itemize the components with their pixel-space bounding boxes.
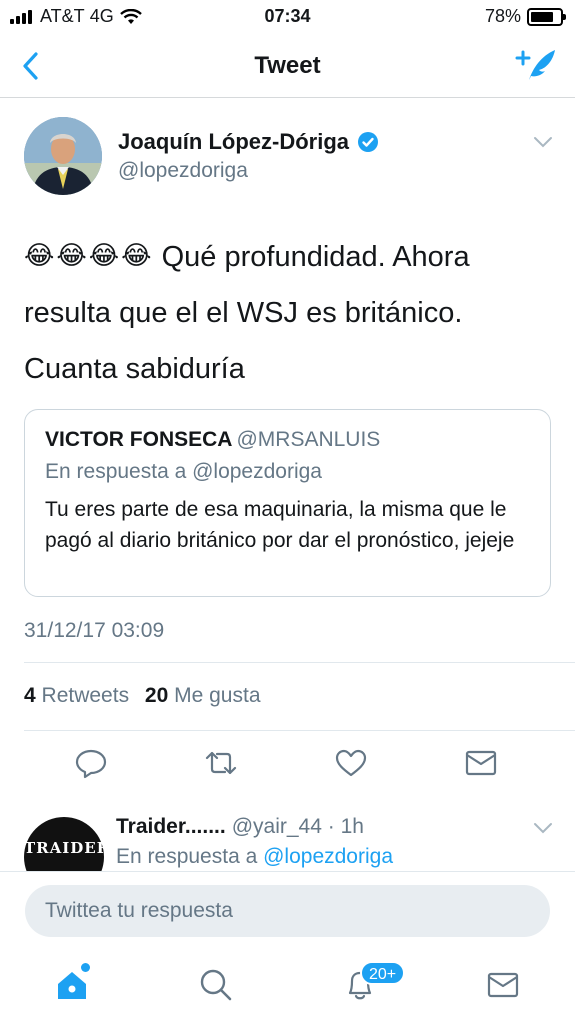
tab-home[interactable] [54,963,90,1003]
author-handle[interactable]: @lopezdoriga [118,159,248,183]
direct-message-button[interactable] [463,747,499,779]
unread-dot [81,963,90,972]
divider [24,662,575,663]
tears-of-joy-emoji: 😂 [24,240,55,270]
retweet-button[interactable] [203,747,239,779]
reply-input[interactable] [25,885,550,937]
tweet-timestamp: 31/12/17 03:09 [24,619,165,642]
retweet-icon [205,751,237,775]
reply-age: 1h [340,815,364,838]
author-avatar[interactable] [24,117,102,195]
tweet-stats: 4 Retweets 20 Me gusta [24,684,261,708]
likes-label: Me gusta [174,684,261,707]
reply-icon [75,749,107,779]
search-icon [200,969,232,1001]
likes-count: 20 [144,684,169,707]
reply-author-name: Traider....... [116,815,226,838]
retweets-count: 4 [24,684,36,707]
reply-context: En respuesta a @lopezdoriga [116,845,393,869]
like-heart-icon [335,749,367,777]
tears-of-joy-emoji: 😂 [56,240,87,270]
chevron-down-icon[interactable] [533,821,553,835]
avatar-logo-text: TRAIDER [24,839,111,857]
messages-icon [487,972,519,998]
tweet-actions [0,731,575,795]
battery-percent: 78% [484,6,521,26]
tab-messages[interactable] [485,967,521,1003]
battery-fill [531,11,553,22]
quoted-author: VICTOR FONSECA @MRSANLUIS [45,428,380,452]
battery-indicator: 78% [484,6,566,27]
quoted-author-handle: @MRSANLUIS [236,428,381,451]
reply-author-handle: @yair_44 [231,815,322,838]
tab-search[interactable] [198,967,234,1003]
reply-author: Traider....... @yair_44 · 1h [116,815,364,839]
reply-prefix: En respuesta a [116,845,258,868]
quoted-reply-context: En respuesta a @lopezdoriga [45,460,322,483]
quoted-tweet[interactable]: VICTOR FONSECA @MRSANLUIS En respuesta a … [24,409,551,597]
retweets-stat[interactable]: 4 Retweets [24,684,129,707]
author-name-text: Joaquín López-Dóriga [118,129,349,154]
verified-badge-icon [358,132,378,152]
reply-tweet[interactable]: TRAIDER Traider....... @yair_44 · 1h En r… [0,797,575,871]
tears-of-joy-emoji: 😂 [88,240,120,270]
author-name[interactable]: Joaquín López-Dóriga [118,129,379,155]
battery-icon [527,7,566,26]
tweet-text: 😂😂😂😂 Qué profundidad. Ahora resulta que … [24,229,554,397]
tears-of-joy-emoji: 😂 [121,240,152,270]
tab-bar: 20+ [0,951,575,1024]
compose-tweet-icon [515,50,555,80]
chevron-down-icon[interactable] [533,135,553,149]
quoted-tweet-text: Tu eres parte de esa maquinaria, la mism… [45,498,515,552]
retweets-label: Retweets [41,684,130,707]
page-title: Tweet [254,52,321,79]
reply-button[interactable] [73,747,109,779]
home-icon [58,972,86,999]
likes-stat[interactable]: 20 Me gusta [145,684,261,707]
like-button[interactable] [333,747,369,779]
compose-tweet-button[interactable] [515,46,557,84]
meta-separator: · [327,815,335,838]
reply-mention-link[interactable]: @lopezdoriga [263,845,393,868]
notifications-badge: 20+ [360,961,406,985]
status-bar: AT&T 4G 07:34 78% [0,0,575,34]
avatar-photo [24,117,102,195]
navigation-bar: Tweet [0,34,575,98]
reply-composer [0,871,575,951]
reply-author-avatar[interactable]: TRAIDER [24,817,109,871]
direct-message-icon [465,750,497,776]
quoted-author-name: VICTOR FONSECA [45,428,233,451]
